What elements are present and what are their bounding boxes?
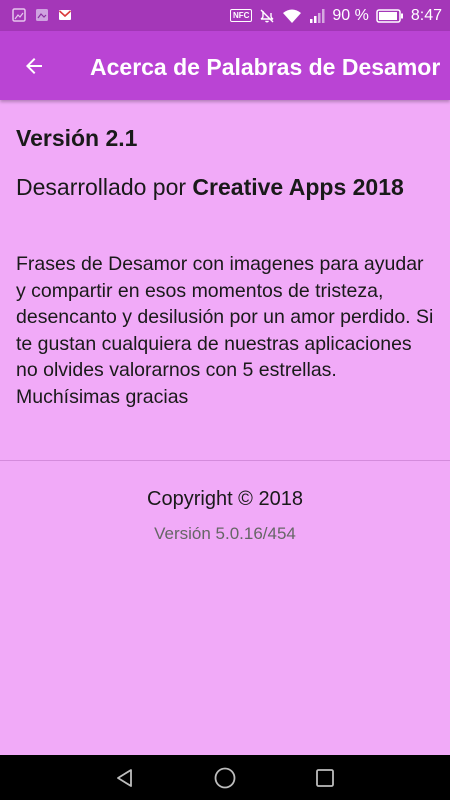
clock: 8:47 xyxy=(410,6,442,24)
version-title: Versión 2.1 xyxy=(16,125,138,151)
nfc-icon: NFC xyxy=(229,9,253,22)
nav-home-button[interactable] xyxy=(195,755,255,800)
divider xyxy=(0,460,450,461)
app-bar: Acerca de Palabras de Desamor xyxy=(0,31,450,100)
gallery-notification-icon xyxy=(12,8,26,22)
system-status: NFC 90 % 8:47 xyxy=(229,0,442,31)
back-button[interactable] xyxy=(16,48,52,84)
arrow-left-icon xyxy=(26,58,42,74)
photo-notification-icon xyxy=(36,9,48,21)
page-title: Acerca de Palabras de Desamor xyxy=(90,54,441,80)
app-version-text: Versión 5.0.16/454 xyxy=(154,524,296,543)
back-triangle-icon xyxy=(117,768,132,787)
about-content: Versión 2.1 Desarrollado por Creative Ap… xyxy=(0,100,450,755)
nav-recents-button[interactable] xyxy=(295,755,355,800)
copyright-text: Copyright © 2018 xyxy=(147,488,303,510)
home-circle-icon xyxy=(214,767,236,788)
signal-icon xyxy=(310,8,325,23)
battery-percentage: 90 % xyxy=(332,6,369,24)
developer-name: Creative Apps 2018 xyxy=(192,174,404,200)
app-description: Frases de Desamor con imagenes para ayud… xyxy=(16,253,434,408)
notification-icons xyxy=(12,8,72,22)
developed-by-label: Desarrollado por xyxy=(16,174,193,200)
battery-icon xyxy=(376,8,403,23)
recents-square-icon xyxy=(316,768,334,787)
wifi-icon xyxy=(283,9,302,23)
status-bar: NFC 90 % 8:47 xyxy=(0,0,450,31)
developer-line: Desarrollado por Creative Apps 2018 xyxy=(16,173,436,202)
vibrate-off-icon xyxy=(260,9,274,22)
nav-back-button[interactable] xyxy=(95,755,155,800)
gmail-notification-icon xyxy=(58,10,72,20)
navigation-bar xyxy=(0,755,450,800)
